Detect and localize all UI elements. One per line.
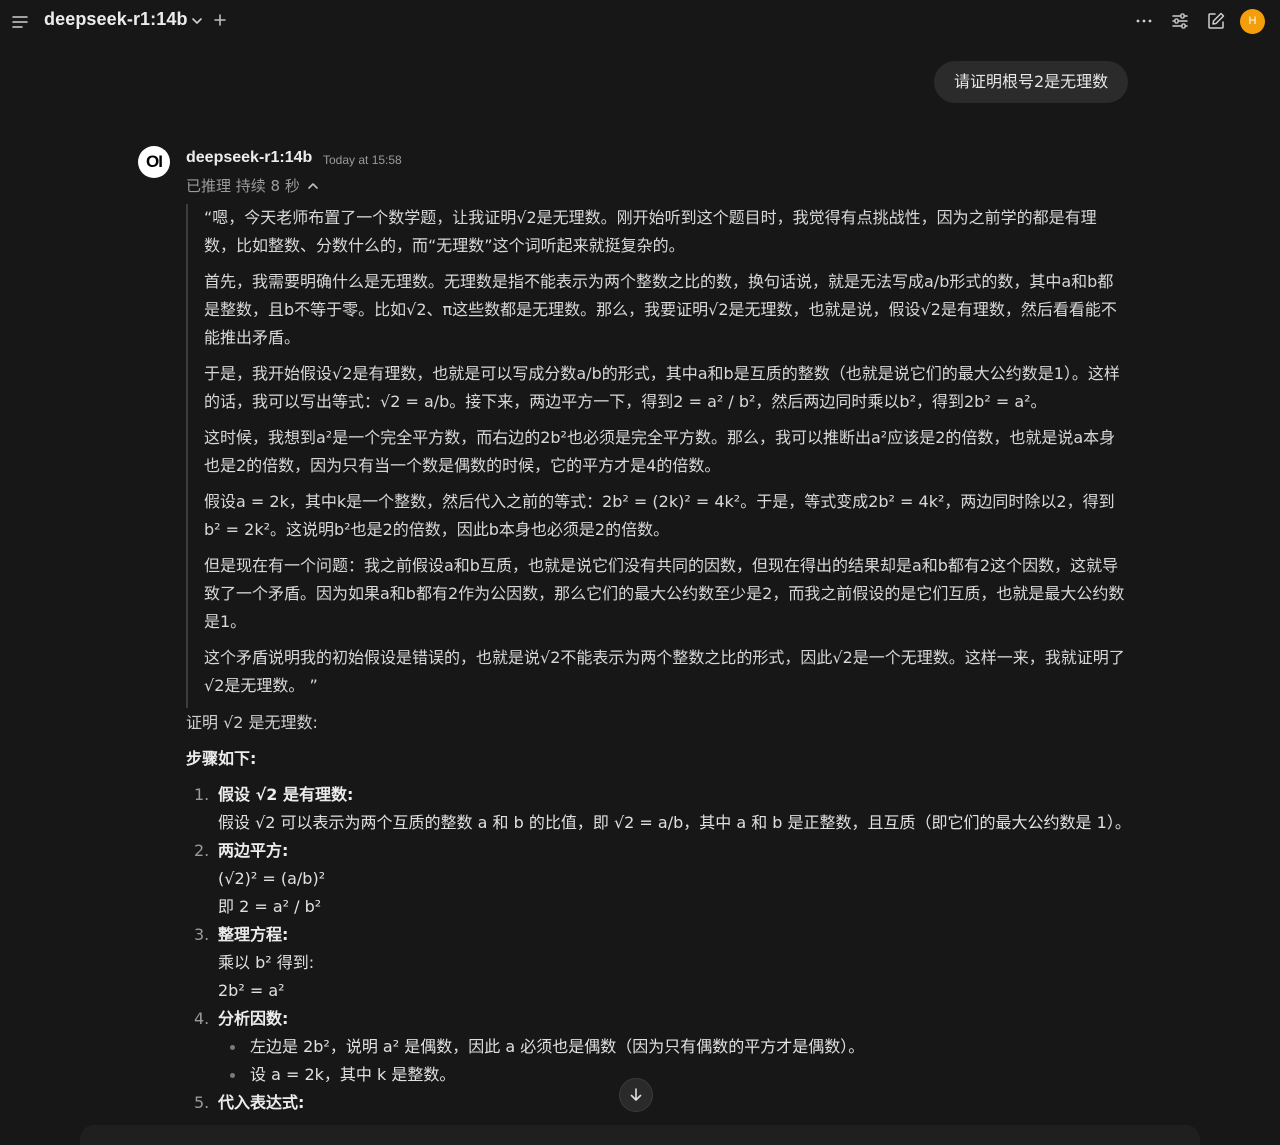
thinking-content: “嗯，今天老师布置了一个数学题，让我证明√2是无理数。刚开始听到这个题目时，我觉… xyxy=(186,204,1126,708)
thinking-label: 已推理 持续 8 秒 xyxy=(186,177,300,195)
sidebar-menu-icon[interactable] xyxy=(10,12,30,32)
step-item: 5. 代入表达式: xyxy=(186,1089,1146,1117)
assistant-answer: 证明 √2 是无理数: 步骤如下: 1. 假设 √2 是有理数: 假设 √2 可… xyxy=(186,709,1146,1117)
answer-intro: 证明 √2 是无理数: xyxy=(186,713,318,732)
thinking-paragraph: 于是，我开始假设√2是有理数，也就是可以写成分数a/b的形式，其中a和b是互质的… xyxy=(204,364,1120,411)
step-item: 3. 整理方程: 乘以 b² 得到: 2b² = a² xyxy=(186,921,1146,1005)
step-title: 分析因数: xyxy=(218,1009,289,1028)
step-item: 2. 两边平方: (√2)² = (a/b)² 即 2 = a² / b² xyxy=(186,837,1146,921)
thinking-paragraph: 假设a = 2k，其中k是一个整数，然后代入之前的等式：2b² = (2k)² … xyxy=(204,492,1115,539)
chevron-down-icon[interactable] xyxy=(190,14,204,28)
top-bar: deepseek-r1:14b H xyxy=(0,0,1280,44)
thinking-paragraph: 但是现在有一个问题：我之前假设a和b互质，也就是说它们没有共同的因数，但现在得出… xyxy=(204,556,1125,631)
arrow-down-icon xyxy=(630,1088,642,1101)
more-options-icon[interactable] xyxy=(1134,11,1154,31)
step-number: 3. xyxy=(194,925,210,944)
thinking-toggle[interactable]: 已推理 持续 8 秒 xyxy=(186,175,320,196)
step-line: (√2)² = (a/b)² xyxy=(218,869,326,888)
new-chat-edit-icon[interactable] xyxy=(1206,11,1226,31)
step-line: 乘以 b² 得到: xyxy=(218,953,315,972)
step-title: 代入表达式: xyxy=(218,1093,305,1112)
step-number: 1. xyxy=(194,785,210,804)
message-input-container[interactable] xyxy=(80,1125,1200,1145)
thinking-paragraph: 这个矛盾说明我的初始假设是错误的，也就是说√2不能表示为两个整数之比的形式，因此… xyxy=(204,648,1125,695)
step-bullet: 左边是 2b²，说明 a² 是偶数，因此 a 必须也是偶数（因为只有偶数的平方才… xyxy=(218,1033,1146,1061)
thinking-paragraph: “嗯，今天老师布置了一个数学题，让我证明√2是无理数。刚开始听到这个题目时，我觉… xyxy=(204,208,1097,255)
step-item: 1. 假设 √2 是有理数: 假设 √2 可以表示为两个互质的整数 a 和 b … xyxy=(186,781,1146,837)
steps-heading: 步骤如下: xyxy=(186,749,257,768)
step-bullet: 设 a = 2k，其中 k 是整数。 xyxy=(218,1061,1146,1089)
scroll-to-bottom-button[interactable] xyxy=(619,1078,653,1112)
step-line: 2b² = a² xyxy=(218,981,285,1000)
step-number: 4. xyxy=(194,1009,210,1028)
message-timestamp: Today at 15:58 xyxy=(323,153,402,167)
step-title: 整理方程: xyxy=(218,925,289,944)
step-title: 两边平方: xyxy=(218,841,289,860)
chevron-up-icon xyxy=(308,182,318,189)
thinking-paragraph: 这时候，我想到a²是一个完全平方数，而右边的2b²也必须是完全平方数。那么，我可… xyxy=(204,428,1116,475)
step-number: 5. xyxy=(194,1093,210,1112)
step-number: 2. xyxy=(194,841,210,860)
user-message-bubble: 请证明根号2是无理数 xyxy=(934,61,1129,103)
model-selector[interactable]: deepseek-r1:14b xyxy=(44,9,188,30)
step-item: 4. 分析因数: 左边是 2b²，说明 a² 是偶数，因此 a 必须也是偶数（因… xyxy=(186,1005,1146,1089)
step-line: 假设 √2 可以表示为两个互质的整数 a 和 b 的比值，即 √2 = a/b，… xyxy=(218,813,1131,832)
controls-sliders-icon[interactable] xyxy=(1170,11,1190,31)
assistant-name: deepseek-r1:14b xyxy=(186,149,313,166)
user-avatar[interactable]: H xyxy=(1240,9,1265,34)
thinking-paragraph: 首先，我需要明确什么是无理数。无理数是指不能表示为两个整数之比的数，换句话说，就… xyxy=(204,272,1117,347)
step-line: 即 2 = a² / b² xyxy=(218,897,322,916)
step-title: 假设 √2 是有理数: xyxy=(218,785,354,804)
add-model-icon[interactable] xyxy=(213,12,227,28)
assistant-logo-icon: OI xyxy=(138,146,170,178)
